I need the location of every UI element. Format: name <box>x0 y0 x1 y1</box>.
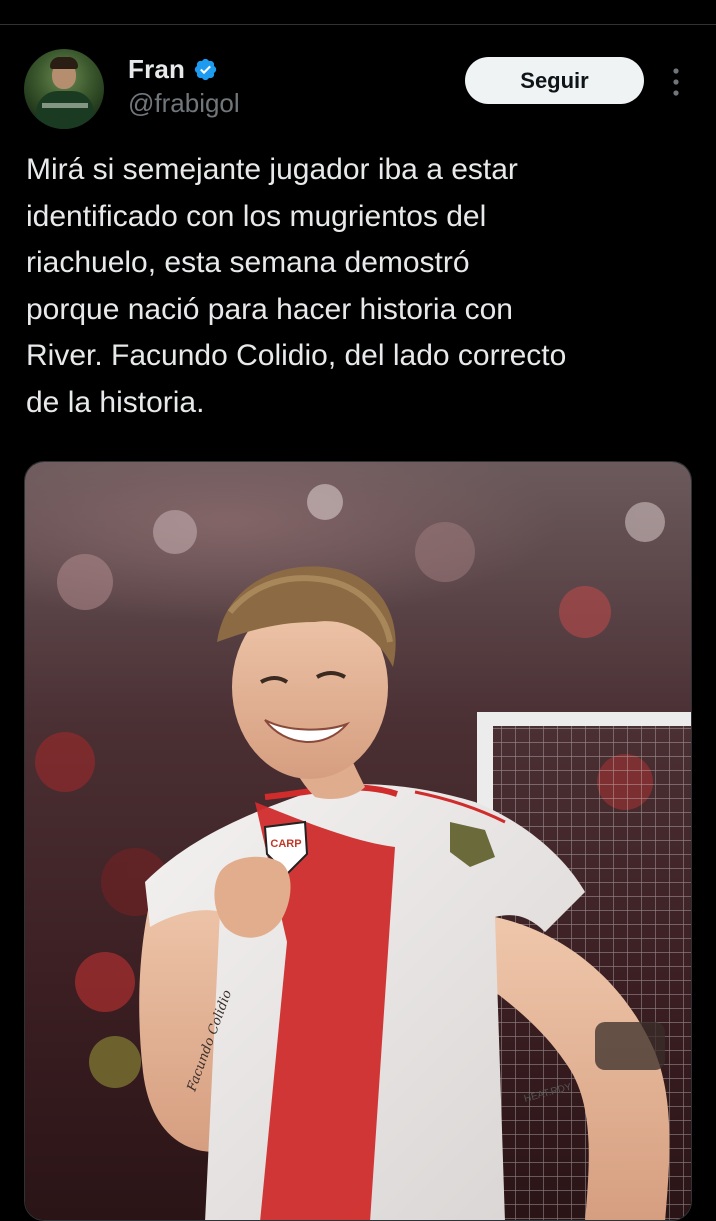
verified-badge-icon <box>194 58 217 80</box>
tweet-text: Mirá si semejante jugador iba a estar id… <box>26 147 698 427</box>
tweet-text-line: de la historia. <box>26 385 205 419</box>
avatar-body-shape <box>36 91 94 129</box>
author-display-name[interactable]: Fran <box>128 54 185 85</box>
follow-button[interactable]: Seguir <box>465 57 644 104</box>
author-handle[interactable]: @frabigol <box>128 88 240 119</box>
tweet-text-line: porque nació para hacer historia con <box>26 292 513 326</box>
avatar[interactable] <box>24 49 104 129</box>
author-name-row: Fran <box>128 52 240 86</box>
tweet-text-line: identificado con los mugrientos del <box>26 199 487 233</box>
tweet: Fran @frabigol Seguir Mirá si semejante … <box>0 25 716 1221</box>
avatar-hair-shape <box>50 57 78 69</box>
top-divider <box>0 0 716 25</box>
tweet-text-line: riachuelo, esta semana demostró <box>26 246 470 280</box>
arm-tattoo <box>595 1022 665 1070</box>
shirt-crest-text: CARP <box>270 838 301 850</box>
more-vertical-icon[interactable] <box>664 65 688 99</box>
tweet-photo[interactable]: CARP Facundo Colidio HEAT.RDY <box>24 461 692 1221</box>
author-info: Fran @frabigol <box>128 52 240 119</box>
tweet-text-line: Mirá si semejante jugador iba a estar <box>26 153 518 186</box>
avatar-jersey-stripe <box>42 103 88 108</box>
photo-illustration: CARP Facundo Colidio HEAT.RDY <box>25 462 691 1220</box>
tweet-text-line: River. Facundo Colidio, del lado correct… <box>26 339 567 373</box>
